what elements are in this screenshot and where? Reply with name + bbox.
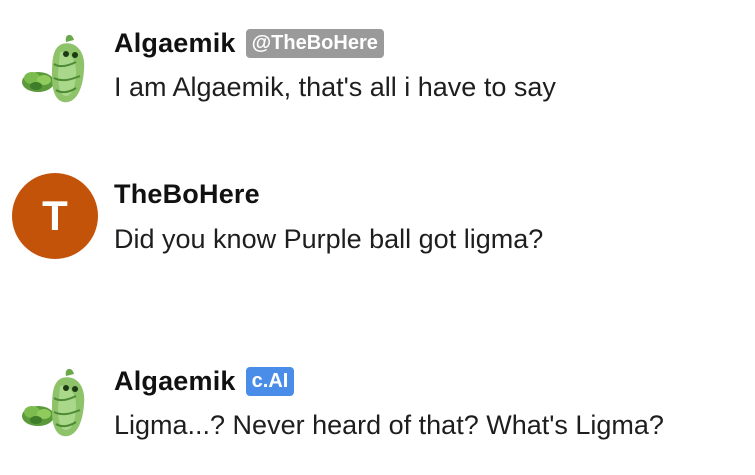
- message-text: I am Algaemik, that's all i have to say: [114, 72, 556, 102]
- author-name[interactable]: Algaemik: [114, 28, 236, 59]
- message-header: TheBoHere: [114, 179, 260, 210]
- user-avatar[interactable]: T: [12, 173, 98, 259]
- ai-badge: c.AI: [245, 367, 295, 396]
- message-text: Did you know Purple ball got ligma?: [114, 224, 544, 254]
- author-name[interactable]: TheBoHere: [114, 179, 260, 210]
- creator-handle-badge[interactable]: @TheBoHere: [245, 29, 384, 58]
- author-name[interactable]: Algaemik: [114, 366, 236, 397]
- leafy-character-icon[interactable]: [14, 28, 100, 114]
- message-header: Algaemik c.AI: [114, 366, 295, 397]
- message-header: Algaemik @TheBoHere: [114, 28, 384, 59]
- chat-thread: Algaemik @TheBoHere I am Algaemik, that'…: [0, 0, 755, 475]
- leafy-character-icon[interactable]: [14, 362, 100, 448]
- message-text: Ligma...? Never heard of that? What's Li…: [114, 410, 664, 440]
